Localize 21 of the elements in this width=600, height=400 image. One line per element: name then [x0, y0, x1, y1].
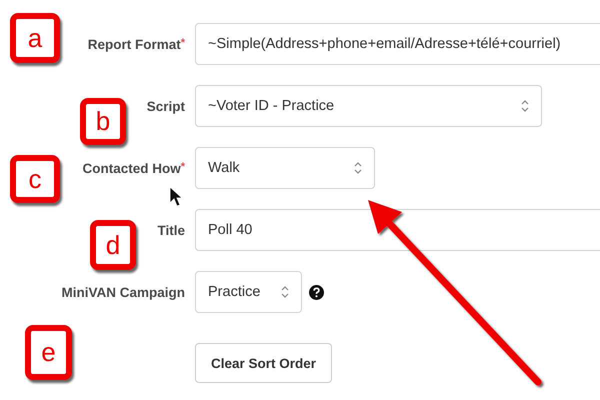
annotation-badge: d: [90, 220, 136, 270]
field-label: Script: [146, 98, 185, 114]
field-label: Title: [157, 222, 185, 238]
chevron-icon: [281, 286, 289, 298]
cursor-icon: [170, 186, 184, 206]
select-field[interactable]: Walk: [195, 147, 375, 189]
field-label: MiniVAN Campaign: [61, 284, 185, 300]
chevron-icon: [354, 162, 362, 174]
clear-sort-order-button[interactable]: Clear Sort Order: [195, 343, 332, 383]
annotation-badge: a: [10, 13, 60, 63]
field-label: Contacted How*: [82, 160, 185, 176]
input-field[interactable]: Poll 40: [195, 209, 600, 251]
annotation-badge: c: [10, 155, 60, 203]
annotation-badge: b: [80, 98, 126, 145]
select-field[interactable]: ~Voter ID - Practice: [195, 85, 542, 127]
annotation-badge: e: [25, 325, 72, 380]
field-label: Report Format*: [88, 36, 185, 52]
chevron-icon: [521, 100, 529, 112]
select-field[interactable]: Practice: [195, 271, 302, 313]
help-icon[interactable]: [309, 284, 324, 300]
input-field[interactable]: ~Simple(Address+phone+email/Adresse+télé+courriel): [195, 23, 600, 65]
